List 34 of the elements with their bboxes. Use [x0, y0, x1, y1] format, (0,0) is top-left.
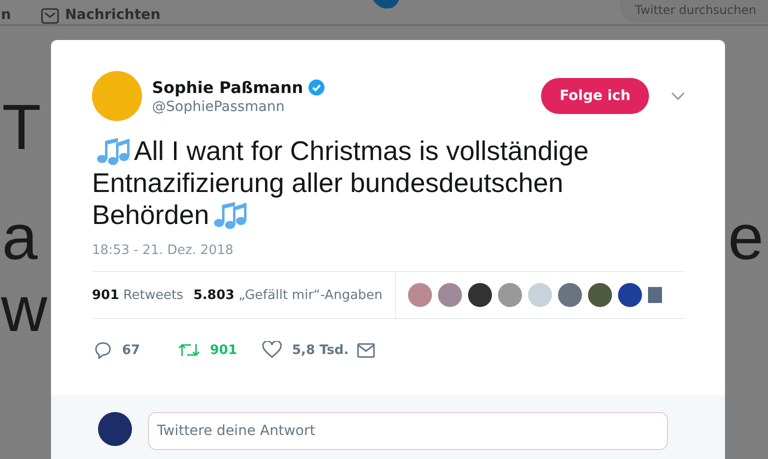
chevron-down-icon[interactable]: [671, 92, 685, 100]
music-notes-icon: [96, 137, 130, 165]
music-notes-icon: [213, 201, 248, 229]
liker-avatar[interactable]: [468, 283, 492, 307]
reply-button[interactable]: 67: [94, 341, 178, 359]
tweet-text: Entnazifizierung aller bundesdeutschen: [92, 167, 564, 199]
avatar[interactable]: [98, 412, 132, 446]
search-field[interactable]: Twitter durchsuchen: [620, 0, 768, 22]
liker-avatar[interactable]: [588, 283, 612, 307]
background-text: w: [1, 272, 48, 346]
reply-field[interactable]: Twittere deine Antwort: [148, 412, 668, 450]
tweet-text: Behörden: [92, 199, 210, 231]
nav-label[interactable]: Nachrichten: [64, 6, 161, 24]
background-text: T: [2, 90, 42, 164]
liker-avatar[interactable]: [648, 287, 662, 303]
speech-bubble-icon: [94, 341, 112, 359]
envelope-icon: [356, 342, 375, 358]
tweet-timestamp[interactable]: 18:53 - 21. Dez. 2018: [51, 231, 725, 258]
background-text: e: [728, 200, 764, 274]
stat-link[interactable]: 901 Retweets: [92, 288, 184, 302]
author-name[interactable]: Sophie Paßmann: [152, 78, 304, 96]
envelope-icon[interactable]: [40, 8, 59, 24]
liker-avatar[interactable]: [618, 283, 642, 307]
like-button[interactable]: 5,8 Tsd.: [262, 341, 349, 359]
nav-label[interactable]: n: [1, 6, 11, 24]
background-text: a: [2, 200, 38, 274]
tweet-text: All I want for Christmas is vollständige: [134, 135, 589, 167]
heart-icon: [262, 341, 282, 359]
message-button[interactable]: [356, 342, 375, 358]
stat-link[interactable]: 5.803 „Gefällt mir“-Angaben: [193, 288, 383, 302]
follow-button[interactable]: Folge ich: [541, 78, 649, 114]
author-handle[interactable]: @SophiePassmann: [152, 98, 541, 114]
retweet-icon: [178, 342, 200, 358]
retweet-button[interactable]: 901: [178, 342, 262, 358]
